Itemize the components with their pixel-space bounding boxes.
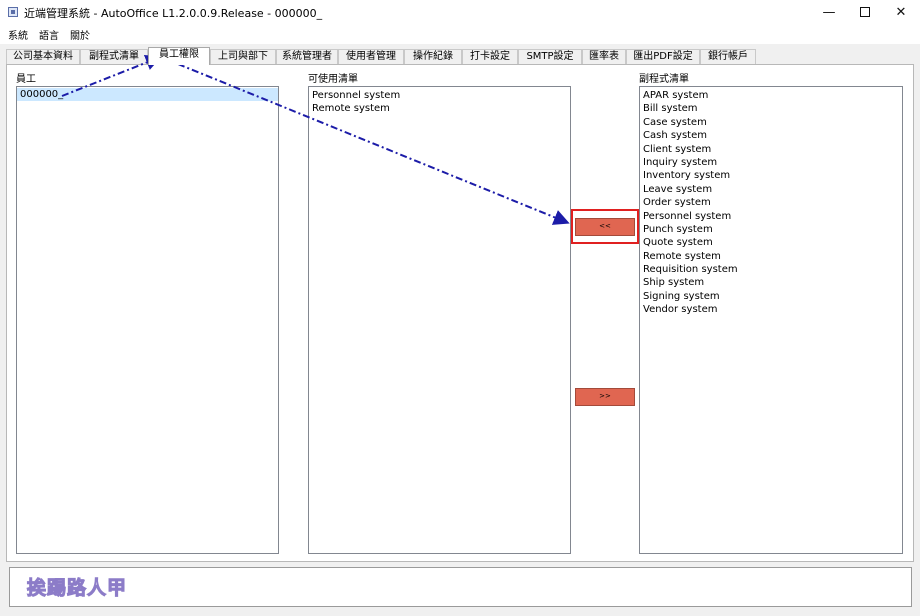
status-area: 挨踢路人甲 — [9, 567, 912, 607]
program-list-item[interactable]: Cash system — [640, 129, 902, 142]
window-title: 近端管理系統 - AutoOffice L1.2.0.0.9.Release -… — [24, 7, 323, 20]
tab-user-management[interactable]: 使用者管理 — [338, 49, 404, 65]
program-list-item[interactable]: Punch system — [640, 223, 902, 236]
tab-smtp-settings[interactable]: SMTP設定 — [518, 49, 582, 65]
remove-program-button[interactable]: >> — [575, 388, 635, 406]
tab-export-pdf-settings[interactable]: 匯出PDF設定 — [626, 49, 700, 65]
close-button[interactable]: ✕ — [878, 0, 920, 24]
watermark-logo: 挨踢路人甲 — [26, 577, 128, 600]
program-list-item[interactable]: Inquiry system — [640, 156, 902, 169]
tab-exchange-rate[interactable]: 匯率表 — [582, 49, 626, 65]
tab-employee-permissions[interactable]: 員工權限 — [148, 47, 210, 65]
employee-list-item[interactable]: 000000_ — [17, 88, 278, 102]
program-list-item[interactable]: Personnel system — [640, 210, 902, 223]
program-list-item[interactable]: Quote system — [640, 236, 902, 249]
program-list[interactable]: APAR system Bill system Case system Cash… — [639, 86, 903, 554]
tab-punch-settings[interactable]: 打卡設定 — [462, 49, 518, 65]
tab-supervisor-subordinate[interactable]: 上司與部下 — [210, 49, 276, 65]
tab-bank-account[interactable]: 銀行帳戶 — [700, 49, 756, 65]
program-list-item[interactable]: Inventory system — [640, 169, 902, 182]
program-list-item[interactable]: Leave system — [640, 183, 902, 196]
program-list-item[interactable]: Requisition system — [640, 263, 902, 276]
program-list-item[interactable]: Case system — [640, 116, 902, 129]
tab-system-admin[interactable]: 系統管理者 — [276, 49, 338, 65]
tab-program-list[interactable]: 副程式清單 — [80, 49, 148, 65]
tab-operation-log[interactable]: 操作紀錄 — [404, 49, 462, 65]
available-list-item[interactable]: Personnel system — [309, 89, 570, 102]
available-list-label: 可使用清單 — [308, 74, 358, 85]
available-list-item[interactable]: Remote system — [309, 102, 570, 115]
add-program-button[interactable]: << — [575, 218, 635, 236]
program-list-item[interactable]: Order system — [640, 196, 902, 209]
tab-strip: 公司基本資料 副程式清單 員工權限 上司與部下 系統管理者 使用者管理 操作紀錄… — [6, 47, 914, 65]
program-list-item[interactable]: Remote system — [640, 250, 902, 263]
menu-language[interactable]: 語言 — [39, 27, 59, 42]
program-list-item[interactable]: Ship system — [640, 276, 902, 289]
program-list-item[interactable]: Vendor system — [640, 303, 902, 316]
tab-company-info[interactable]: 公司基本資料 — [6, 49, 80, 65]
program-list-label: 副程式清單 — [639, 74, 689, 85]
employee-list-label: 員工 — [16, 74, 36, 85]
maximize-icon — [860, 7, 870, 17]
program-list-item[interactable]: Bill system — [640, 102, 902, 115]
program-list-item[interactable]: Client system — [640, 143, 902, 156]
available-list[interactable]: Personnel system Remote system — [308, 86, 571, 554]
employee-list[interactable]: 000000_ — [16, 86, 279, 554]
menu-system[interactable]: 系統 — [8, 27, 28, 42]
program-list-item[interactable]: APAR system — [640, 89, 902, 102]
app-icon — [8, 7, 18, 17]
program-list-item[interactable]: Signing system — [640, 290, 902, 303]
menu-bar: 系統 語言 關於 — [0, 24, 920, 44]
title-bar: 近端管理系統 - AutoOffice L1.2.0.0.9.Release -… — [0, 0, 920, 24]
menu-about[interactable]: 關於 — [70, 27, 90, 42]
